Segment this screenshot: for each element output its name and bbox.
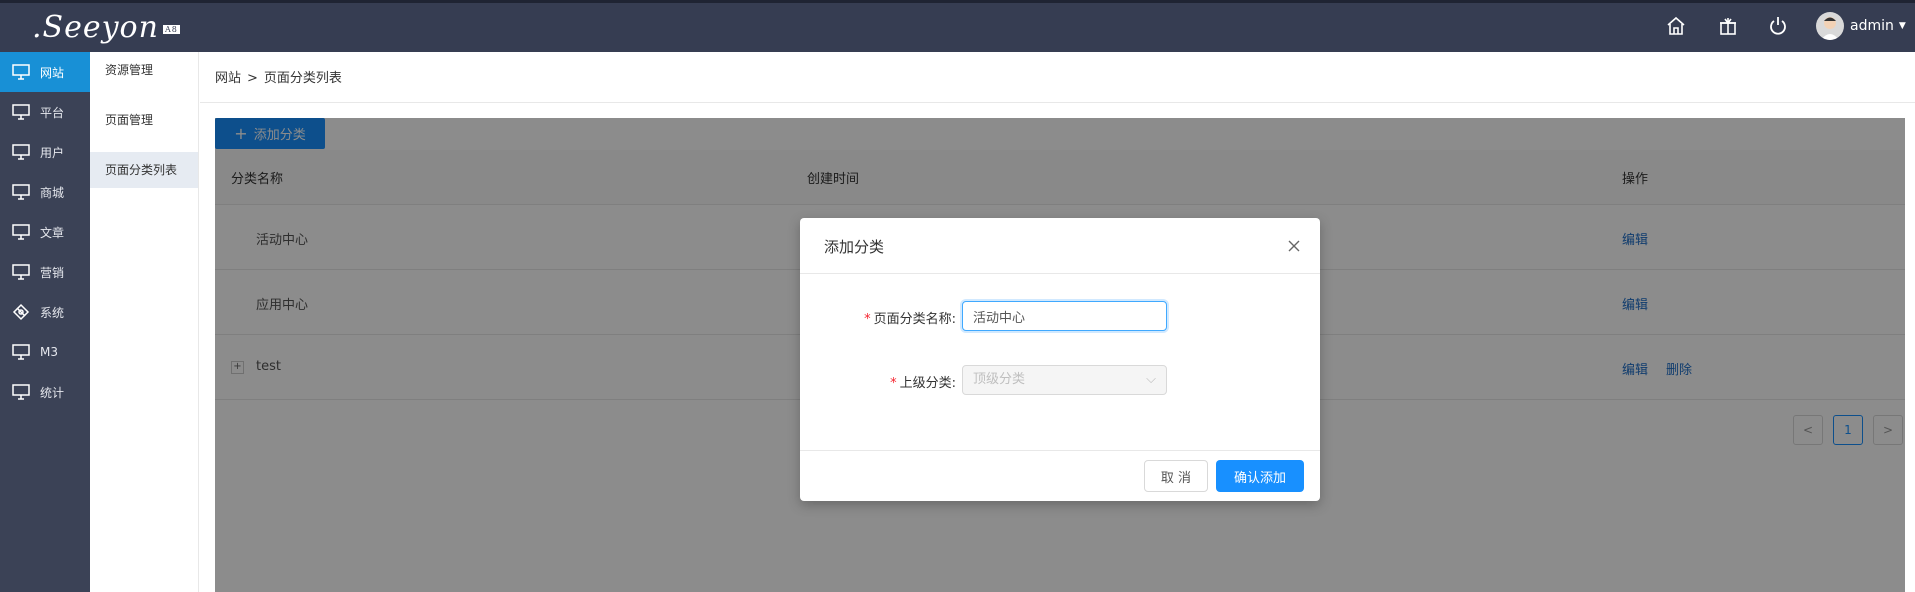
category-name-input[interactable] bbox=[962, 301, 1167, 331]
confirm-add-button[interactable]: 确认添加 bbox=[1216, 460, 1304, 492]
add-category-dialog: 添加分类 *页面分类名称: *上级分类: 顶级分类 ⌵ 取 消 确认添加 bbox=[800, 218, 1320, 501]
parent-category-select[interactable]: 顶级分类 ⌵ bbox=[962, 365, 1167, 395]
dialog-footer-divider bbox=[800, 450, 1320, 451]
close-icon[interactable] bbox=[1284, 236, 1304, 256]
category-name-label: * 页面分类名称: bbox=[864, 312, 956, 327]
dialog-title: 添加分类 bbox=[824, 238, 885, 256]
dialog-header-divider bbox=[800, 273, 1320, 274]
cancel-button[interactable]: 取 消 bbox=[1144, 460, 1208, 492]
parent-category-label: * 上级分类: bbox=[890, 376, 956, 391]
chevron-down-icon: ⌵ bbox=[1146, 372, 1156, 387]
parent-category-placeholder: 顶级分类 bbox=[973, 372, 1026, 387]
